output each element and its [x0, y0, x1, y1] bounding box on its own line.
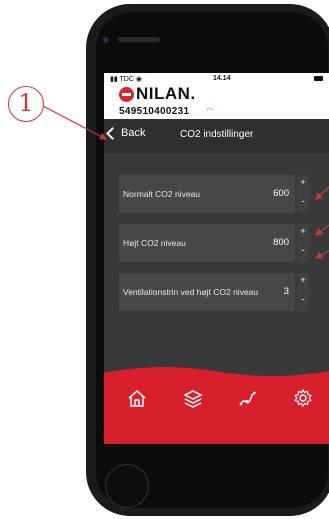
graph-icon: [239, 391, 257, 406]
back-label: Back: [121, 127, 146, 139]
setting-label: Højt CO2 niveau: [123, 238, 186, 248]
decrement-button[interactable]: -: [297, 194, 309, 213]
nilan-logo: NILAN.: [119, 84, 196, 103]
stepper-normal-co2: + -: [297, 175, 309, 213]
tab-bar-wave: [104, 365, 329, 376]
stepper-ventilation-step: + -: [297, 273, 309, 311]
setting-value: 600: [273, 188, 289, 199]
setting-row-ventilation-step: Ventilationstrin ved højt CO2 niveau 3: [119, 273, 295, 311]
setting-row-normal-co2: Normalt CO2 niveau 600: [119, 175, 295, 213]
logo-mark-icon: [119, 86, 134, 102]
gear-icon: [294, 388, 312, 408]
status-time: 14.14: [213, 75, 231, 82]
battery-icon: [314, 76, 323, 81]
decrement-button[interactable]: -: [297, 243, 309, 262]
home-icon: [128, 390, 146, 407]
tab-settings[interactable]: [292, 387, 314, 409]
setting-value: 3: [283, 286, 289, 297]
chevron-left-icon: [106, 126, 119, 140]
brand-header: NILAN. 549510400231 ◠: [104, 84, 329, 119]
carrier-label: ▮▮ TDC ◉: [110, 76, 142, 83]
wifi-icon: ◠: [206, 106, 213, 115]
increment-button[interactable]: +: [297, 175, 309, 194]
tab-home[interactable]: [126, 387, 148, 409]
layers-icon: [183, 390, 203, 408]
increment-button[interactable]: +: [297, 273, 309, 292]
setting-label: Ventilationstrin ved højt CO2 niveau: [123, 287, 259, 297]
page-title: CO2 indstillinger: [180, 129, 254, 140]
back-button[interactable]: Back: [106, 126, 146, 140]
setting-value: 800: [273, 237, 289, 248]
tab-modes[interactable]: [182, 387, 204, 409]
setting-label: Normalt CO2 niveau: [123, 189, 201, 199]
camera-icon: [103, 37, 109, 43]
setting-row-high-co2: Højt CO2 niveau 800: [119, 224, 295, 262]
app-screen: ▮▮ TDC ◉ 14.14 NILAN. 549510400231 ◠ Bac…: [104, 73, 329, 444]
logo-text: NILAN: [136, 84, 191, 103]
nav-bar: Back CO2 indstillinger: [104, 119, 329, 153]
home-button[interactable]: [105, 464, 149, 508]
decrement-button[interactable]: -: [297, 292, 309, 311]
speaker-icon: [118, 37, 160, 42]
increment-button[interactable]: +: [297, 224, 309, 243]
logo-dot: .: [190, 84, 196, 103]
callout-number: 1: [8, 86, 44, 122]
device-serial: 549510400231: [119, 106, 190, 117]
stepper-high-co2: + -: [297, 224, 309, 262]
tab-graphs[interactable]: [237, 387, 259, 409]
